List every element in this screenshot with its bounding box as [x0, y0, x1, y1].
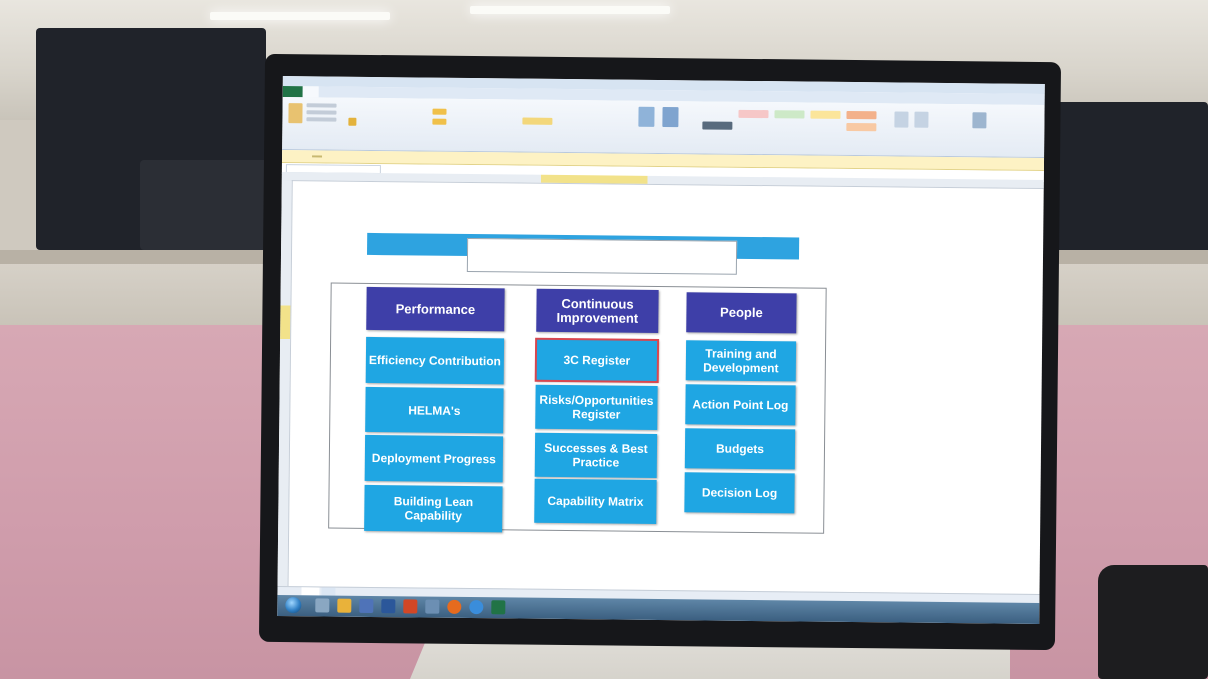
row-headers — [277, 180, 293, 599]
building-lean-capability-button[interactable]: Building Lean Capability — [364, 484, 503, 533]
tab-view[interactable] — [399, 87, 415, 98]
background-monitor-left-2 — [140, 160, 270, 250]
ribbon — [282, 97, 1045, 159]
tab-home[interactable] — [302, 86, 319, 98]
deployment-progress-button[interactable]: Deployment Progress — [364, 434, 504, 483]
style-output[interactable] — [846, 122, 877, 132]
word-icon[interactable] — [381, 599, 396, 614]
insert-cells-icon[interactable] — [894, 111, 909, 128]
sort-filter-icon[interactable] — [972, 112, 987, 129]
tab-page-layout[interactable] — [335, 87, 351, 98]
cut-icon[interactable] — [306, 103, 337, 108]
paste-icon[interactable] — [288, 103, 303, 124]
outlook-icon[interactable] — [359, 598, 374, 614]
explorer-icon[interactable] — [315, 598, 330, 613]
redacted-title-box — [466, 237, 738, 275]
format-table-icon[interactable] — [662, 107, 679, 128]
tab-data[interactable] — [367, 87, 383, 98]
powerpoint-icon[interactable] — [403, 599, 418, 614]
windows-start-icon[interactable] — [285, 597, 302, 614]
monitor: Performance Efficiency Contribution HELM… — [258, 53, 1062, 651]
decision-log-button[interactable]: Decision Log — [684, 472, 795, 514]
3c-register-button[interactable]: 3C Register — [534, 337, 660, 384]
firefox-icon[interactable] — [447, 599, 462, 614]
ceiling-light — [210, 12, 390, 20]
excel-icon[interactable] — [491, 600, 506, 615]
capability-matrix-button[interactable]: Capability Matrix — [534, 478, 657, 524]
folder-icon[interactable] — [337, 598, 352, 613]
sheet-tab[interactable] — [301, 587, 320, 596]
successes-best-practice-button[interactable]: Successes & Best Practice — [534, 432, 658, 478]
action-point-log-button[interactable]: Action Point Log — [685, 384, 796, 426]
tab-insert[interactable] — [319, 86, 335, 97]
enable-content-button[interactable] — [312, 155, 323, 158]
tab-formulas[interactable] — [351, 87, 367, 98]
ceiling-light — [470, 6, 670, 14]
tab-review[interactable] — [383, 87, 399, 98]
style-good[interactable] — [774, 110, 805, 119]
merge-center-button[interactable] — [522, 117, 553, 125]
desk-phone — [1098, 565, 1208, 679]
budgets-button[interactable]: Budgets — [684, 428, 796, 470]
delete-cells-icon[interactable] — [914, 111, 929, 128]
risks-opportunities-register-button[interactable]: Risks/Opportunities Register — [535, 384, 658, 430]
training-development-button[interactable]: Training and Development — [685, 340, 797, 382]
app-icon[interactable] — [425, 599, 440, 614]
sheet-tab[interactable] — [321, 587, 336, 596]
ie-icon[interactable] — [469, 600, 484, 615]
efficiency-contribution-button[interactable]: Efficiency Contribution — [365, 336, 505, 385]
conditional-formatting-icon[interactable] — [638, 106, 655, 127]
people-header-button[interactable]: People — [686, 292, 797, 334]
format-painter-icon[interactable] — [306, 117, 337, 122]
copy-icon[interactable] — [306, 110, 337, 115]
helmas-button[interactable]: HELMA's — [365, 386, 504, 434]
tab-file[interactable] — [282, 86, 303, 98]
bold-icon[interactable] — [348, 117, 357, 126]
performance-header-button[interactable]: Performance — [366, 286, 505, 332]
style-bad[interactable] — [738, 109, 769, 119]
align-icon[interactable] — [432, 118, 447, 125]
continuous-improvement-header-button[interactable]: Continuous Improvement — [536, 288, 659, 333]
style-neutral[interactable] — [810, 110, 841, 119]
style-calculation[interactable] — [846, 110, 877, 120]
screen: Performance Efficiency Contribution HELM… — [277, 76, 1045, 624]
align-icon[interactable] — [432, 108, 447, 115]
style-normal[interactable] — [702, 121, 733, 130]
